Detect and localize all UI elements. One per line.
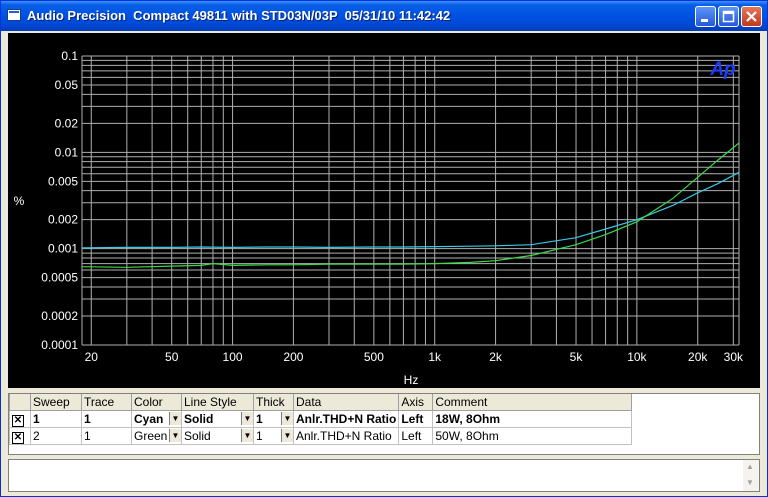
y-tick-label: 0.02	[55, 116, 79, 130]
thick-value: 1	[256, 429, 263, 443]
trace-line	[81, 171, 740, 249]
trace-legend-table: Sweep Trace Color Line Style Thick Data …	[8, 393, 760, 455]
chevron-down-icon[interactable]: ▼	[281, 429, 293, 442]
vertical-scrollbar[interactable]: ▲ ▼	[743, 460, 759, 491]
x-tick-label: 20	[85, 350, 99, 364]
header-comment[interactable]: Comment	[432, 394, 633, 411]
y-tick-labels: 0.1 0.05 0.02 0.01 0.005 0.002 0.001 0.0005 0.00…	[41, 49, 78, 352]
cell-color[interactable]: Cyan ▼	[131, 410, 182, 428]
cell-comment[interactable]: 50W, 8Ohm	[432, 427, 633, 445]
scroll-down-icon[interactable]: ▼	[746, 478, 754, 487]
check-icon[interactable]: ✕	[12, 414, 24, 427]
x-axis-label: Hz	[404, 373, 419, 387]
x-tick-label: 200	[283, 350, 303, 364]
header-sweep[interactable]: Sweep	[30, 394, 82, 411]
legend-row[interactable]: ✕ 2 1 Green ▼ Solid ▼ 1 ▼ Anlr.THD+N Ratio …	[9, 427, 633, 445]
command-area[interactable]: ▲ ▼	[8, 459, 760, 492]
y-tick-label: 0.002	[48, 213, 78, 227]
row-checkbox[interactable]: ✕	[9, 410, 31, 428]
cell-data[interactable]: Anlr.THD+N Ratio	[292, 410, 400, 428]
header-thick[interactable]: Thick	[253, 394, 294, 411]
header-trace[interactable]: Trace	[81, 394, 132, 411]
app-icon[interactable]	[7, 9, 21, 21]
chevron-down-icon[interactable]: ▼	[241, 429, 253, 442]
x-tick-label: 500	[364, 350, 384, 364]
x-tick-label: 5k	[570, 350, 584, 364]
chevron-down-icon[interactable]: ▼	[169, 412, 181, 425]
y-tick-label: 0.001	[48, 242, 78, 256]
y-tick-label: 0.1	[61, 49, 78, 63]
x-tick-labels: 20 50 100 200 500 1k 2k 5k 10k 20k 30k	[85, 350, 744, 364]
header-color[interactable]: Color	[131, 394, 182, 411]
title-bar[interactable]: Audio Precision Compact 49811 with STD03…	[1, 1, 767, 31]
y-tick-label: 0.0005	[41, 271, 78, 285]
cell-thick[interactable]: 1 ▼	[253, 427, 294, 445]
close-icon	[746, 11, 757, 22]
cell-line-style[interactable]: Solid ▼	[181, 410, 254, 428]
chevron-down-icon[interactable]: ▼	[169, 429, 181, 442]
close-button[interactable]	[741, 6, 762, 27]
cell-comment[interactable]: 18W, 8Ohm	[432, 410, 633, 428]
chevron-down-icon[interactable]: ▼	[281, 412, 293, 425]
header-check	[9, 394, 31, 411]
x-tick-label: 50	[165, 350, 179, 364]
minimize-icon	[701, 19, 708, 22]
x-tick-label: 2k	[489, 350, 503, 364]
maximize-icon	[722, 10, 735, 23]
x-tick-label: 30k	[724, 350, 744, 364]
y-tick-label: 0.01	[55, 145, 79, 159]
cell-line-style[interactable]: Solid ▼	[181, 427, 254, 445]
minimize-button[interactable]	[695, 6, 716, 27]
x-tick-label: 1k	[428, 350, 442, 364]
cell-color[interactable]: Green ▼	[131, 427, 182, 445]
header-line-style[interactable]: Line Style	[181, 394, 254, 411]
y-tick-label: 0.005	[48, 174, 78, 188]
x-tick-label: 20k	[688, 350, 708, 364]
header-axis[interactable]: Axis	[398, 394, 434, 411]
x-tick-label: 100	[223, 350, 243, 364]
chevron-down-icon[interactable]: ▼	[241, 412, 253, 425]
cell-axis[interactable]: Left	[398, 410, 434, 428]
thd-n-chart[interactable]: 20 50 100 200 500 1k 2k 5k 10k 20k 30k 0.1 0.05 0.02…	[8, 33, 760, 388]
legend-row[interactable]: ✕ 1 1 Cyan ▼ Solid ▼ 1 ▼ Anlr.THD+N Ratio L…	[9, 410, 633, 428]
legend-header-row: Sweep Trace Color Line Style Thick Data …	[9, 394, 633, 411]
check-icon[interactable]: ✕	[12, 431, 24, 444]
y-axis-label: %	[14, 194, 25, 208]
cell-data[interactable]: Anlr.THD+N Ratio	[292, 427, 400, 445]
cell-trace[interactable]: 1	[81, 410, 132, 428]
graph-panel[interactable]: 20 50 100 200 500 1k 2k 5k 10k 20k 30k 0.1 0.05 0.02…	[8, 33, 760, 388]
chart-grid	[81, 55, 740, 346]
cell-sweep[interactable]: 2	[30, 427, 82, 445]
ap-logo: Ap	[709, 59, 735, 80]
line-style-value: Solid	[184, 429, 211, 443]
window-title: Audio Precision Compact 49811 with STD03…	[27, 8, 451, 23]
color-value: Cyan	[134, 412, 164, 426]
y-tick-label: 0.0002	[41, 309, 78, 323]
line-style-value: Solid	[184, 412, 214, 426]
color-value: Green	[134, 429, 168, 443]
cell-sweep[interactable]: 1	[30, 410, 82, 428]
cell-trace[interactable]: 1	[81, 427, 132, 445]
app-window: Audio Precision Compact 49811 with STD03…	[0, 0, 768, 497]
y-tick-label: 0.0001	[41, 338, 78, 352]
cell-thick[interactable]: 1 ▼	[253, 410, 294, 428]
scroll-up-icon[interactable]: ▲	[746, 462, 754, 471]
cell-axis[interactable]: Left	[398, 427, 434, 445]
thick-value: 1	[256, 412, 263, 426]
maximize-button[interactable]	[718, 6, 739, 27]
x-tick-label: 10k	[627, 350, 647, 364]
header-data[interactable]: Data	[292, 394, 400, 411]
y-tick-label: 0.05	[55, 78, 79, 92]
row-checkbox[interactable]: ✕	[9, 427, 31, 445]
